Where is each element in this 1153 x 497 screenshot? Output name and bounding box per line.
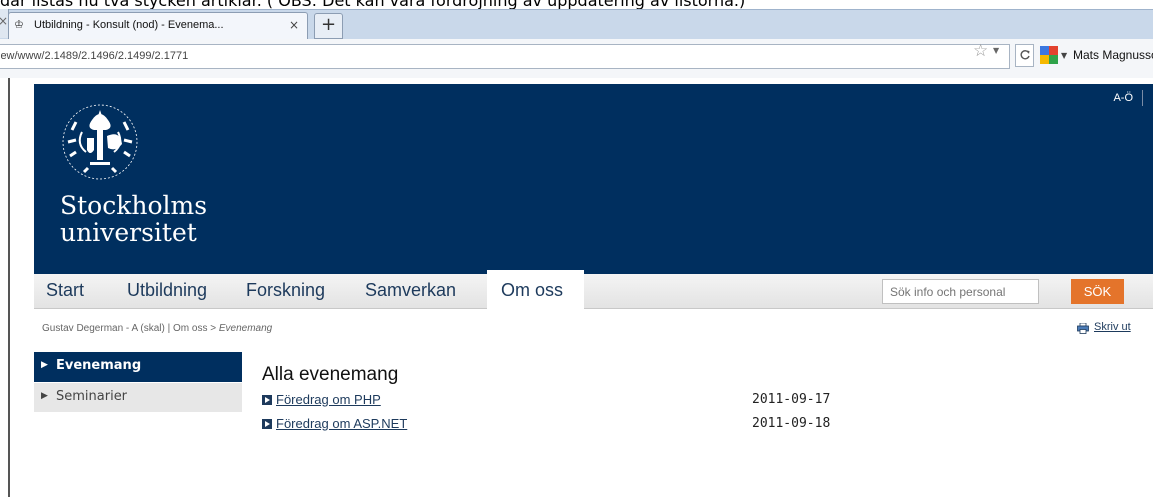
search-input[interactable]: [882, 279, 1039, 304]
nav-item-start[interactable]: Start: [46, 280, 84, 301]
google-toolbar-icon[interactable]: [1040, 46, 1058, 64]
page-border: [8, 78, 10, 497]
printer-icon[interactable]: [1077, 323, 1089, 334]
nav-item-samverkan[interactable]: Samverkan: [365, 280, 456, 301]
breadcrumb: Gustav Degerman - A (skal) | Om oss > Ev…: [42, 323, 272, 334]
tab-close-icon[interactable]: ×: [289, 18, 299, 32]
site-header: A-Ö Stockholms universitet: [34, 84, 1153, 274]
event-link[interactable]: Föredrag om PHP: [276, 392, 381, 407]
address-bar[interactable]: iew/www/2.1489/2.1496/2.1499/2.1771: [0, 44, 1010, 69]
logo-line-1: Stockholms: [60, 191, 208, 220]
sidebar-item-seminarier[interactable]: ▶ Seminarier: [34, 382, 242, 412]
reload-icon: [1020, 50, 1030, 60]
bookmark-star-icon[interactable]: ☆: [973, 41, 988, 61]
breadcrumb-link-om-oss[interactable]: Om oss: [173, 323, 207, 334]
site-favicon-icon: ♔: [14, 18, 24, 31]
user-name[interactable]: Mats Magnusso: [1073, 48, 1153, 62]
bullet-arrow-icon: [262, 419, 272, 429]
nav-item-om-oss[interactable]: Om oss: [501, 280, 563, 301]
page-title: Alla evenemang: [262, 364, 399, 385]
chevron-right-icon: ▶: [41, 391, 48, 401]
breadcrumb-separator: >: [210, 323, 217, 334]
new-tab-button[interactable]: +: [314, 13, 343, 39]
a-z-index-link[interactable]: A-Ö: [1113, 92, 1133, 104]
divider: [1142, 90, 1143, 106]
sidebar-item-label: Seminarier: [56, 389, 128, 404]
browser-tab[interactable]: ♔ Utbildning - Konsult (nod) - Evenema..…: [8, 12, 308, 39]
toolbar: iew/www/2.1489/2.1496/2.1499/2.1771 ☆ ▼ …: [0, 39, 1153, 79]
page-viewport: A-Ö Stockholms universitet Start Utbildn…: [0, 78, 1153, 497]
print-link[interactable]: Skriv ut: [1094, 321, 1131, 333]
university-seal-icon: [62, 104, 138, 180]
url-text[interactable]: iew/www/2.1489/2.1496/2.1499/2.1771: [0, 50, 188, 62]
breadcrumb-current: Evenemang: [218, 323, 273, 334]
logo-line-2: universitet: [60, 218, 197, 247]
sidebar-item-label: Evenemang: [56, 358, 142, 373]
bullet-arrow-icon: [262, 395, 272, 405]
main-nav: Start Utbildning Forskning Samverkan Om …: [34, 270, 1153, 309]
event-link[interactable]: Föredrag om ASP.NET: [276, 416, 407, 431]
breadcrumb-separator: |: [167, 323, 171, 334]
reload-button[interactable]: [1015, 44, 1034, 67]
chevron-down-icon[interactable]: ▼: [993, 46, 999, 55]
chevron-down-icon[interactable]: ▼: [1061, 51, 1067, 60]
tab-title: Utbildning - Konsult (nod) - Evenema...: [34, 19, 224, 31]
sidebar-item-evenemang[interactable]: ▶ Evenemang: [34, 352, 242, 382]
event-date: 2011-09-18: [752, 416, 831, 431]
event-date: 2011-09-17: [752, 392, 831, 407]
logo-wordmark[interactable]: Stockholms universitet: [60, 192, 207, 246]
chevron-right-icon: ▶: [41, 360, 48, 370]
nav-item-forskning[interactable]: Forskning: [246, 280, 325, 301]
close-icon[interactable]: ×: [0, 14, 8, 28]
search-button[interactable]: SÖK: [1071, 279, 1124, 304]
breadcrumb-link-home[interactable]: Gustav Degerman - A (skal): [42, 323, 165, 334]
nav-item-utbildning[interactable]: Utbildning: [127, 280, 207, 301]
